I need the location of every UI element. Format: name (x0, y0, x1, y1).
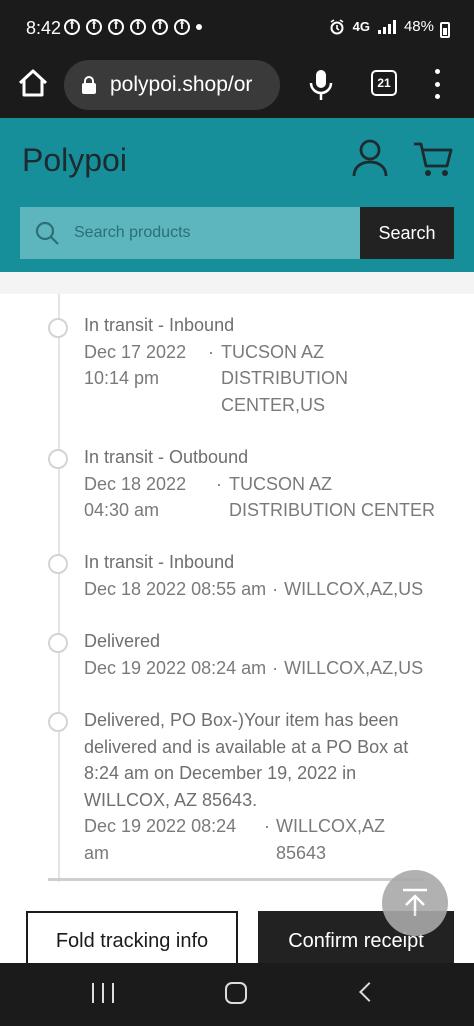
event-details: Dec 18 2022 04:30 am · TUCSON AZ DISTRIB… (84, 471, 435, 524)
home-icon[interactable] (16, 66, 50, 100)
event-date: Dec 19 2022 08:24 am (84, 816, 237, 863)
separator-dot: · (208, 341, 214, 362)
back-icon[interactable] (359, 982, 379, 1002)
status-bar: 8:42 4G 48% (0, 0, 474, 56)
facebook-icon (64, 18, 80, 35)
event-location: TUCSON AZ DISTRIBUTION CENTER (229, 473, 436, 521)
lock-icon (82, 76, 96, 94)
timeline-dot (48, 318, 68, 338)
signal-icon (377, 19, 396, 34)
search-input[interactable] (74, 224, 324, 242)
tracking-event: Delivered, PO Box-)Your item has been de… (84, 707, 434, 866)
event-date: Dec 19 2022 08:24 am (84, 657, 267, 678)
event-status: In transit - Outbound (84, 447, 249, 467)
system-nav-bar (0, 963, 474, 1026)
notification-icons (64, 18, 190, 35)
scroll-to-top-button[interactable] (382, 870, 448, 936)
event-details: Dec 18 2022 08:55 am · WILLCOX,AZ,US (84, 576, 423, 603)
separator-dot: · (272, 657, 279, 678)
network-type: 4G (352, 19, 370, 34)
search-bar: Search (20, 207, 454, 259)
facebook-icon (108, 18, 124, 35)
timeline-dot (48, 712, 68, 732)
facebook-icon (152, 18, 168, 35)
event-date: Dec 18 2022 04:30 am (84, 473, 187, 521)
section-band (0, 272, 474, 294)
event-location: WILLCOX,AZ 85643 (276, 816, 386, 863)
tab-switcher-button[interactable]: 21 (371, 70, 397, 96)
event-status: In transit - Inbound (84, 315, 235, 335)
event-date: Dec 17 2022 10:14 pm (84, 341, 187, 389)
event-status: Delivered (84, 631, 161, 651)
alarm-icon (330, 18, 344, 34)
facebook-icon (174, 18, 190, 35)
more-notifications-dot-icon (196, 24, 202, 30)
browser-toolbar: polypoi.shop/or 21 (0, 56, 474, 118)
address-bar[interactable]: polypoi.shop/or (64, 60, 280, 110)
timeline-dot (48, 554, 68, 574)
search-icon (35, 221, 59, 245)
divider (48, 878, 424, 881)
tracking-event: Delivered Dec 19 2022 08:24 am · WILLCOX… (84, 628, 423, 681)
separator-dot: · (216, 473, 222, 494)
event-description: Delivered, PO Box-)Your item has been de… (84, 710, 409, 810)
arrow-up-icon (403, 888, 427, 916)
separator-dot: · (272, 578, 279, 599)
status-right: 4G 48% (329, 18, 434, 35)
event-status: In transit - Inbound (84, 552, 235, 572)
timeline-dot (48, 449, 68, 469)
home-nav-icon[interactable] (225, 982, 247, 1004)
url-text: polypoi.shop/or (110, 73, 253, 96)
event-location: TUCSON AZ DISTRIBUTION CENTER,US (221, 341, 349, 415)
fold-tracking-button[interactable]: Fold tracking info (26, 911, 238, 963)
event-location: WILLCOX,AZ,US (284, 657, 424, 678)
event-location: WILLCOX,AZ,US (284, 578, 424, 599)
facebook-icon (130, 18, 146, 35)
recent-apps-icon[interactable] (92, 983, 114, 1005)
separator-dot: · (264, 816, 270, 836)
site-logo[interactable]: Polypoi (22, 142, 127, 179)
search-button[interactable]: Search (360, 207, 454, 259)
timeline-line (58, 294, 60, 882)
tracking-event: In transit - Inbound Dec 18 2022 08:55 a… (84, 549, 423, 602)
battery-icon (440, 22, 450, 38)
tracking-content: In transit - Inbound Dec 17 2022 10:14 p… (0, 272, 474, 963)
cart-icon[interactable] (412, 140, 454, 178)
site-header: Polypoi Search (0, 118, 474, 272)
event-details: Dec 19 2022 08:24 am · WILLCOX,AZ,US (84, 655, 423, 682)
microphone-icon[interactable] (306, 68, 336, 102)
tracking-event: In transit - Inbound Dec 17 2022 10:14 p… (84, 312, 348, 418)
event-details: Dec 17 2022 10:14 pm · TUCSON AZ DISTRIB… (84, 339, 348, 419)
status-time: 8:42 (26, 18, 62, 38)
event-date: Dec 18 2022 08:55 am (84, 578, 267, 599)
event-details: Dec 19 2022 08:24 am · WILLCOX,AZ 85643 (84, 813, 434, 866)
battery-percent: 48% (403, 18, 434, 35)
user-account-icon[interactable] (350, 138, 390, 178)
browser-menu-icon[interactable] (430, 69, 444, 99)
search-field[interactable] (20, 207, 360, 259)
tracking-event: In transit - Outbound Dec 18 2022 04:30 … (84, 444, 435, 524)
facebook-icon (86, 18, 102, 35)
timeline-dot (48, 633, 68, 653)
